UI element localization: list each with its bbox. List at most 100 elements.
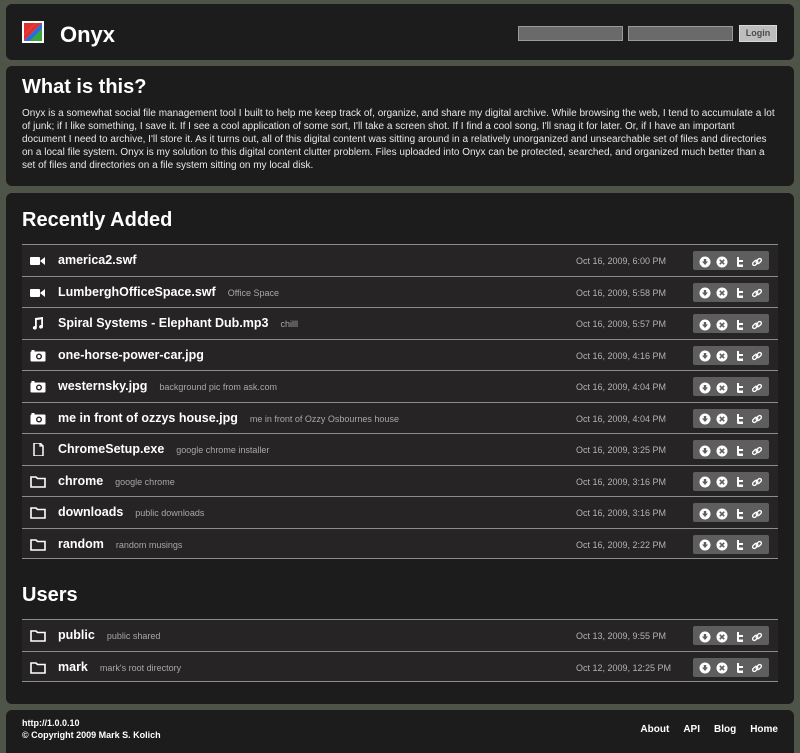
delete-icon[interactable] [716, 349, 728, 362]
download-icon[interactable] [699, 318, 711, 330]
link-icon[interactable] [751, 630, 763, 642]
twitter-icon[interactable] [734, 318, 746, 330]
link-icon[interactable] [751, 538, 763, 550]
file-date: Oct 16, 2009, 3:16 PM [576, 508, 667, 518]
file-name-text[interactable]: downloads [58, 505, 123, 519]
download-icon[interactable] [699, 538, 711, 551]
twitter-icon[interactable] [734, 444, 746, 456]
twitter-icon[interactable] [734, 286, 746, 298]
delete-icon[interactable] [716, 475, 728, 488]
brand-title[interactable]: Onyx [60, 22, 115, 48]
file-icon [30, 442, 46, 457]
delete-icon[interactable] [716, 381, 728, 393]
footer-link-blog[interactable]: Blog [714, 724, 736, 735]
list-item[interactable]: me in front of ozzys house.jpg me in fron… [22, 401, 778, 433]
file-date: Oct 16, 2009, 5:58 PM [576, 287, 667, 298]
link-icon[interactable] [751, 349, 763, 361]
footer-link-home[interactable]: Home [750, 724, 778, 735]
delete-icon[interactable] [716, 538, 728, 551]
list-item[interactable]: america2.swf Oct 16, 2009, 6:00 PM [22, 244, 778, 276]
download-icon[interactable] [699, 630, 711, 642]
list-item[interactable]: ChromeSetup.exe google chrome installer Oc… [22, 433, 778, 465]
login-button[interactable]: Login [739, 25, 777, 42]
link-icon[interactable] [751, 286, 763, 298]
file-name-text[interactable]: Spiral Systems - Elephant Dub.mp3 [58, 316, 268, 330]
twitter-icon[interactable] [734, 475, 746, 487]
twitter-icon[interactable] [734, 255, 746, 267]
list-item[interactable]: one-horse-power-car.jpg Oct 16, 2009, 4:1… [22, 338, 778, 370]
download-icon[interactable] [699, 507, 711, 519]
link-icon[interactable] [751, 661, 763, 673]
file-name[interactable]: america2.swf [58, 253, 137, 267]
delete-icon[interactable] [716, 630, 728, 642]
file-name-text[interactable]: westernsky.jpg [58, 379, 147, 393]
file-name-text[interactable]: mark [58, 660, 88, 674]
twitter-icon[interactable] [734, 412, 746, 424]
delete-icon[interactable] [716, 286, 728, 299]
file-name-text[interactable]: public [58, 628, 95, 642]
list-item[interactable]: westernsky.jpg background pic from ask.co… [22, 370, 778, 402]
file-name-text[interactable]: LumberghOfficeSpace.swf [58, 285, 216, 299]
link-icon[interactable] [751, 381, 763, 393]
twitter-icon[interactable] [734, 507, 746, 519]
twitter-icon[interactable] [734, 381, 746, 393]
twitter-icon[interactable] [734, 661, 746, 673]
link-icon[interactable] [751, 444, 763, 456]
video-icon [30, 286, 46, 299]
file-name[interactable]: me in front of ozzys house.jpg me in fron… [58, 411, 399, 425]
list-item[interactable]: Spiral Systems - Elephant Dub.mp3 chilll O… [22, 307, 778, 339]
file-name[interactable]: downloads public downloads [58, 505, 204, 519]
password-input[interactable] [628, 26, 733, 41]
file-name[interactable]: Spiral Systems - Elephant Dub.mp3 chilll [58, 316, 298, 330]
file-name[interactable]: chrome google chrome [58, 474, 175, 488]
footer-link-about[interactable]: About [640, 724, 669, 735]
list-item[interactable]: random random musings Oct 16, 2009, 2:22 P… [22, 527, 778, 559]
list-item[interactable]: public public shared Oct 13, 2009, 9:55 PM [22, 619, 778, 651]
file-name-text[interactable]: ChromeSetup.exe [58, 442, 164, 456]
link-icon[interactable] [751, 507, 763, 519]
username-input[interactable] [518, 26, 623, 41]
download-icon[interactable] [699, 381, 711, 393]
twitter-icon[interactable] [734, 630, 746, 642]
file-name[interactable]: ChromeSetup.exe google chrome installer [58, 442, 269, 456]
delete-icon[interactable] [716, 444, 728, 456]
list-item[interactable]: chrome google chrome Oct 16, 2009, 3:16 PM [22, 464, 778, 496]
footer-link-api[interactable]: API [683, 724, 700, 735]
download-icon[interactable] [699, 286, 711, 299]
download-icon[interactable] [699, 255, 711, 267]
file-description: Office Space [227, 287, 280, 298]
delete-icon[interactable] [716, 412, 728, 425]
file-name-text[interactable]: chrome [58, 474, 103, 488]
download-icon[interactable] [699, 475, 711, 488]
delete-icon[interactable] [716, 318, 728, 330]
onyx-logo-icon[interactable] [22, 21, 44, 43]
file-name[interactable]: random random musings [58, 537, 182, 551]
list-item[interactable]: LumberghOfficeSpace.swf Office Space Oct 1… [22, 275, 778, 307]
delete-icon[interactable] [716, 661, 728, 674]
list-item[interactable]: downloads public downloads Oct 16, 2009, 3… [22, 496, 778, 528]
list-item[interactable]: mark mark's root directory Oct 12, 2009, 1… [22, 650, 778, 682]
download-icon[interactable] [699, 412, 711, 425]
link-icon[interactable] [751, 255, 763, 267]
file-name[interactable]: one-horse-power-car.jpg [58, 348, 204, 362]
download-icon[interactable] [699, 349, 711, 362]
delete-icon[interactable] [716, 255, 728, 267]
file-name[interactable]: LumberghOfficeSpace.swf Office Space [58, 285, 279, 299]
download-icon[interactable] [699, 444, 711, 456]
link-icon[interactable] [751, 412, 763, 424]
download-icon[interactable] [699, 661, 711, 674]
file-description: mark's root directory [99, 662, 182, 673]
file-name[interactable]: public public shared [58, 628, 160, 642]
twitter-icon[interactable] [734, 538, 746, 550]
file-name-text[interactable]: one-horse-power-car.jpg [58, 348, 204, 362]
file-name-text[interactable]: random [58, 537, 104, 551]
file-name-text[interactable]: america2.swf [58, 253, 137, 267]
delete-icon[interactable] [716, 507, 728, 519]
file-name[interactable]: westernsky.jpg background pic from ask.co… [58, 379, 277, 393]
twitter-icon[interactable] [734, 349, 746, 361]
link-icon[interactable] [751, 318, 763, 330]
file-name-text[interactable]: me in front of ozzys house.jpg [58, 411, 238, 425]
file-description: random musings [115, 539, 183, 550]
link-icon[interactable] [751, 475, 763, 487]
file-name[interactable]: mark mark's root directory [58, 660, 181, 674]
